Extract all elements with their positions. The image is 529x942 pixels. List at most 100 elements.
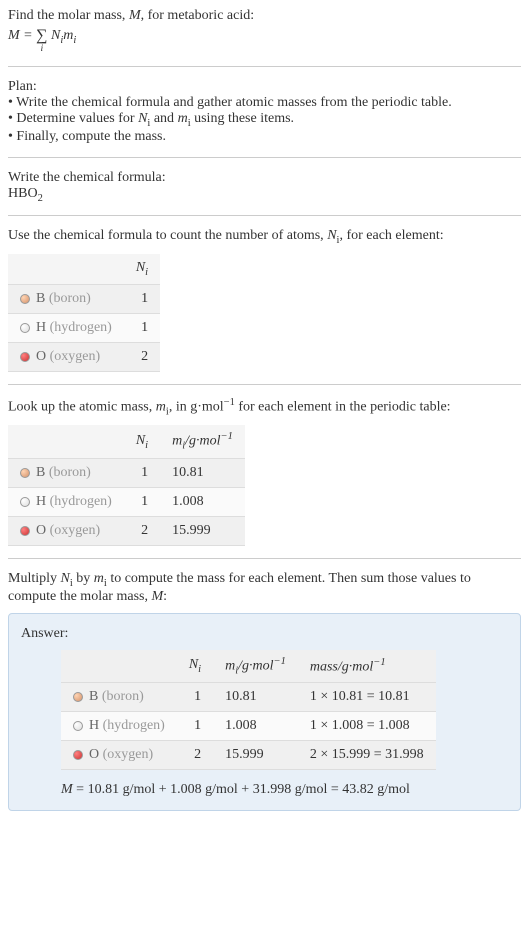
intro-var-m: M	[129, 8, 141, 23]
mult-h-mvar: M	[151, 589, 163, 604]
col-mass-sup: −1	[373, 657, 385, 668]
mass-value: 1 × 10.81 = 10.81	[298, 683, 436, 712]
col-n: Ni	[124, 425, 160, 458]
plan-b2-end: using these items.	[191, 111, 294, 126]
n-value: 2	[124, 516, 160, 545]
col-m-unit: /g·mol	[185, 434, 220, 449]
element-symbol: B	[36, 291, 45, 306]
n-value: 1	[124, 458, 160, 487]
table-header-row: Ni mi/g·mol−1	[8, 425, 245, 458]
table-row: H (hydrogen) 1	[8, 313, 160, 342]
col-element	[8, 425, 124, 458]
element-cell: O (oxygen)	[61, 741, 177, 770]
element-symbol: H	[89, 718, 99, 733]
element-cell: H (hydrogen)	[8, 313, 124, 342]
table-row: O (oxygen) 2	[8, 342, 160, 371]
table-row: H (hydrogen) 1 1.008 1 × 1.008 = 1.008	[61, 712, 436, 741]
element-symbol: B	[36, 465, 45, 480]
element-dot-icon	[73, 750, 83, 760]
answer-label: Answer:	[21, 626, 508, 642]
chemformula-main: HBO	[8, 186, 38, 201]
final-m-var: M	[61, 782, 73, 797]
element-cell: O (oxygen)	[8, 516, 124, 545]
col-n: Ni	[124, 254, 160, 284]
col-element	[61, 650, 177, 683]
lookup-heading: Look up the atomic mass, mi, in g·mol−1 …	[8, 397, 521, 417]
element-name: (hydrogen)	[50, 320, 112, 335]
n-value: 1	[124, 313, 160, 342]
mult-h-by: by	[73, 571, 94, 586]
table-row: B (boron) 1	[8, 284, 160, 313]
col-n-sub: i	[145, 267, 148, 278]
col-n-sub: i	[145, 440, 148, 451]
col-n-var: N	[136, 260, 145, 275]
element-dot-icon	[20, 294, 30, 304]
n-value: 1	[124, 284, 160, 313]
table-row: O (oxygen) 2 15.999	[8, 516, 245, 545]
table-row: H (hydrogen) 1 1.008	[8, 487, 245, 516]
final-formula: M = 10.81 g/mol + 1.008 g/mol + 31.998 g…	[61, 782, 508, 798]
element-name: (boron)	[102, 689, 144, 704]
element-name: (hydrogen)	[50, 494, 112, 509]
multiply-section: Multiply Ni by mi to compute the mass fo…	[8, 571, 521, 811]
plan-heading: Plan:	[8, 79, 521, 95]
element-name: (boron)	[49, 291, 91, 306]
element-name: (oxygen)	[103, 747, 154, 762]
final-eq: = 10.81 g/mol + 1.008 g/mol + 31.998 g/m…	[73, 782, 410, 797]
sigma-symbol: ∑	[36, 28, 47, 44]
element-dot-icon	[73, 692, 83, 702]
lookup-table: Ni mi/g·mol−1 B (boron) 1 10.81 H (hydro…	[8, 425, 245, 545]
element-cell: H (hydrogen)	[61, 712, 177, 741]
table-header-row: Ni mi/g·mol−1 mass/g·mol−1	[61, 650, 436, 683]
col-m: mi/g·mol−1	[160, 425, 245, 458]
col-n-sub: i	[198, 664, 201, 675]
col-n-var: N	[136, 433, 145, 448]
element-cell: B (boron)	[8, 458, 124, 487]
table-row: O (oxygen) 2 15.999 2 × 15.999 = 31.998	[61, 741, 436, 770]
count-h-start: Use the chemical formula to count the nu…	[8, 228, 327, 243]
intro-section: Find the molar mass, M, for metaboric ac…	[8, 8, 521, 54]
sigma-block: ∑i	[36, 28, 47, 54]
m-value: 15.999	[160, 516, 245, 545]
n-value: 2	[124, 342, 160, 371]
divider	[8, 157, 521, 158]
divider	[8, 558, 521, 559]
chemformula-sub: 2	[38, 192, 43, 203]
lookup-h-mid: , in g·mol	[169, 400, 224, 415]
element-symbol: B	[89, 689, 98, 704]
plan-bullet2: • Determine values for Ni and mi using t…	[8, 111, 521, 129]
formula-eq: =	[20, 28, 36, 43]
element-symbol: H	[36, 320, 46, 335]
col-m-sup: −1	[221, 431, 233, 442]
count-heading: Use the chemical formula to count the nu…	[8, 228, 521, 246]
mult-h-start: Multiply	[8, 571, 61, 586]
element-dot-icon	[20, 468, 30, 478]
answer-table: Ni mi/g·mol−1 mass/g·mol−1 B (boron) 1 1…	[61, 650, 436, 770]
mult-h-n: N	[61, 571, 70, 586]
n-value: 2	[177, 741, 213, 770]
m-value: 10.81	[160, 458, 245, 487]
col-m-var: m	[172, 434, 182, 449]
lookup-h-start: Look up the atomic mass,	[8, 400, 156, 415]
multiply-heading: Multiply Ni by mi to compute the mass fo…	[8, 571, 521, 605]
element-cell: B (boron)	[61, 683, 177, 712]
mass-value: 2 × 15.999 = 31.998	[298, 741, 436, 770]
plan-b2-m: m	[178, 111, 188, 126]
element-name: (oxygen)	[50, 523, 101, 538]
formula-lhs: M	[8, 28, 20, 43]
element-name: (boron)	[49, 465, 91, 480]
m-value: 15.999	[213, 741, 298, 770]
n-value: 1	[124, 487, 160, 516]
sigma-sub: i	[36, 44, 47, 54]
col-m-unit: /g·mol	[238, 658, 273, 673]
formula-m: m	[63, 28, 73, 43]
m-value: 1.008	[160, 487, 245, 516]
element-symbol: O	[36, 523, 46, 538]
m-value: 10.81	[213, 683, 298, 712]
plan-b2-and: and	[150, 111, 177, 126]
plan-bullet3: • Finally, compute the mass.	[8, 129, 521, 145]
col-n: Ni	[177, 650, 213, 683]
lookup-h-m: m	[156, 400, 166, 415]
count-h-n: N	[327, 228, 336, 243]
divider	[8, 215, 521, 216]
